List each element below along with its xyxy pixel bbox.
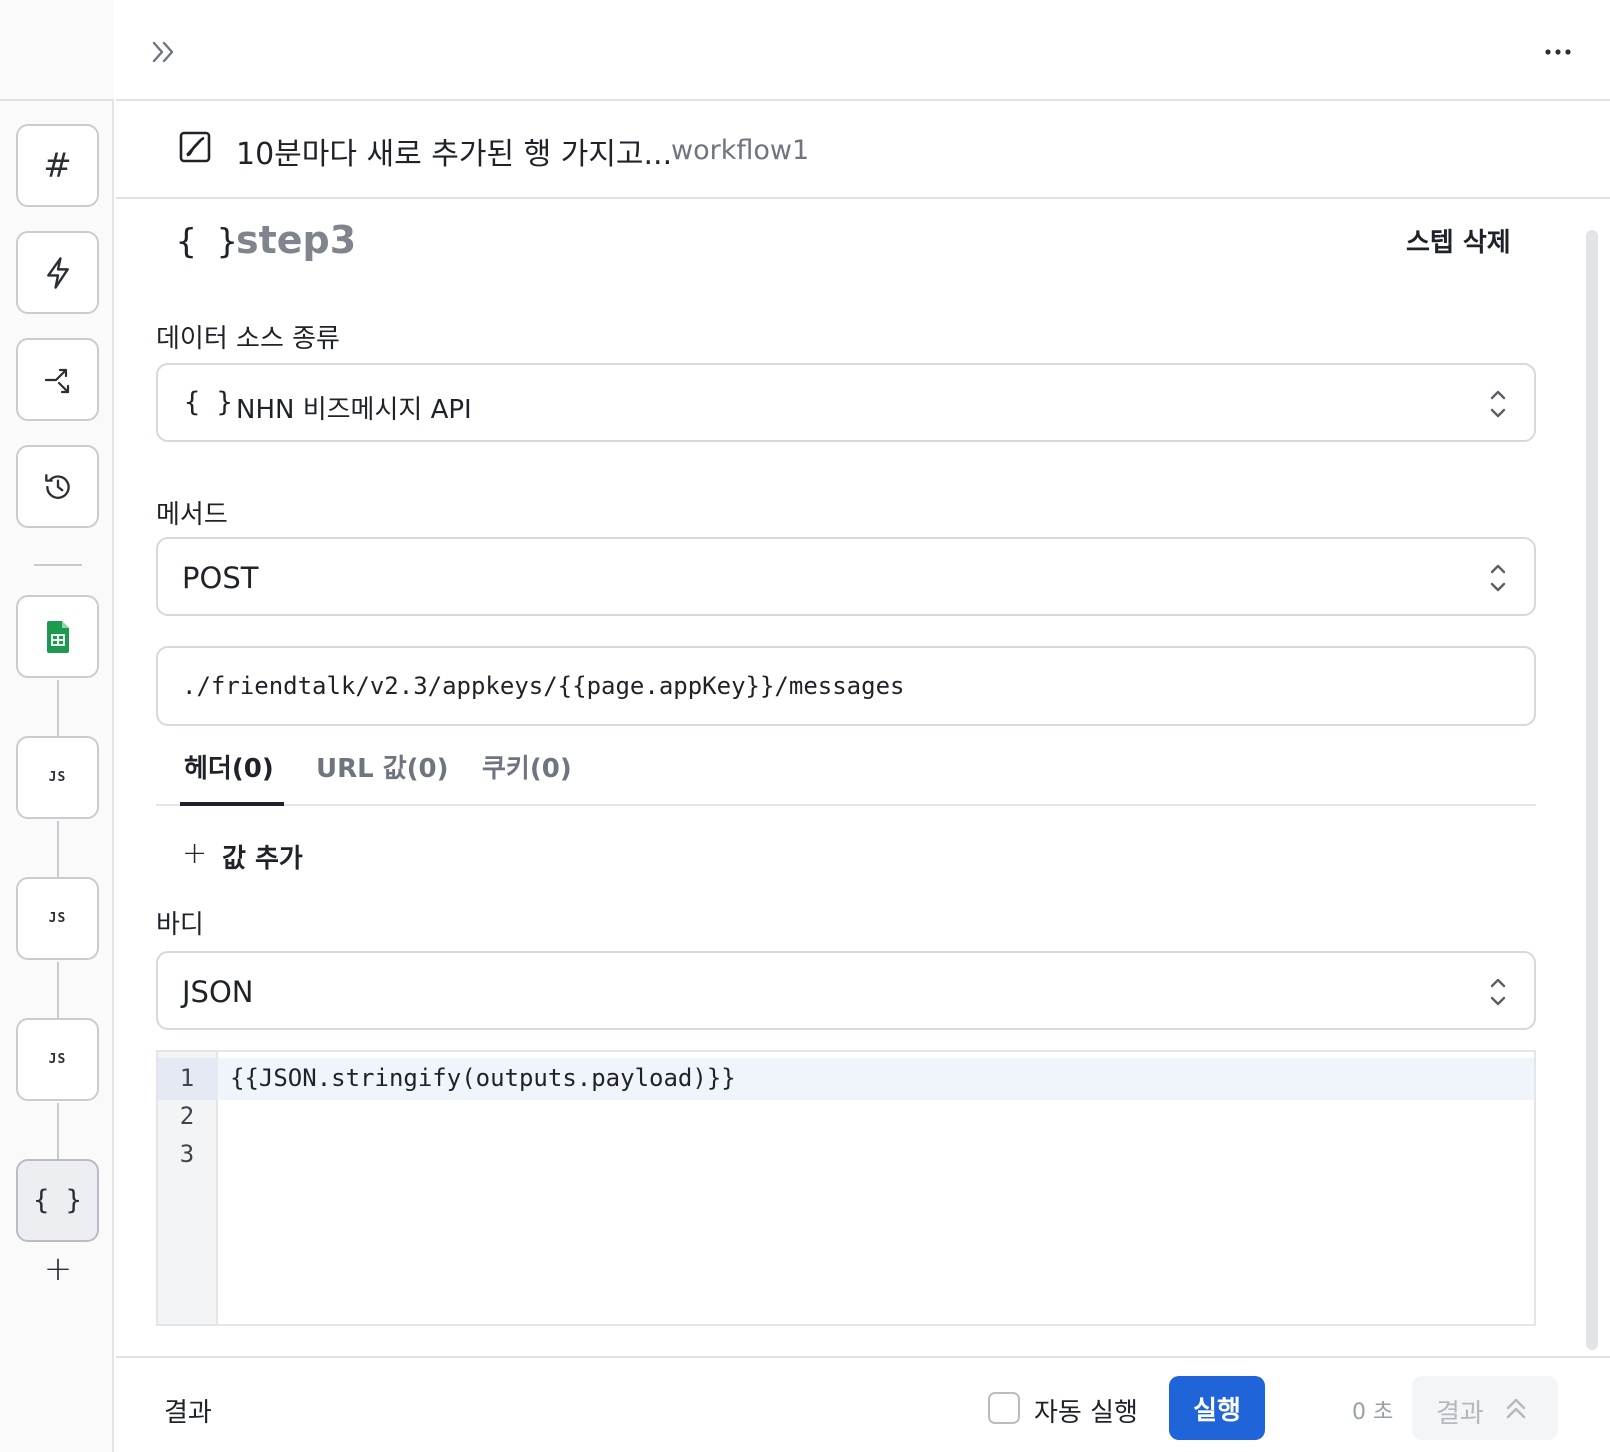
data-source-value: NHN 비즈메시지 API <box>236 395 472 425</box>
result-toggle-button[interactable]: 결과 <box>1412 1376 1558 1440</box>
result-footer: 결과 자동 실행 실행 0 초 결과 <box>116 1356 1610 1452</box>
data-source-label: 데이터 소스 종류 <box>156 324 340 354</box>
body-label: 바디 <box>156 910 204 940</box>
method-label: 메서드 <box>156 500 228 530</box>
rail-connector <box>57 962 59 1018</box>
add-step-button[interactable]: + <box>40 1252 76 1288</box>
data-source-select[interactable]: { } NHN 비즈메시지 API <box>156 363 1536 442</box>
rail-button-trigger[interactable] <box>16 231 99 314</box>
add-value-button[interactable]: 값 추가 <box>222 838 303 875</box>
auto-run-label[interactable]: 자동 실행 <box>1034 1392 1138 1429</box>
rail-button-history[interactable] <box>16 445 99 528</box>
history-icon <box>44 473 70 499</box>
result-toggle-label: 결과 <box>1436 1399 1484 1429</box>
body-type-select[interactable]: JSON <box>156 951 1536 1030</box>
js-step-icon: JS <box>48 770 67 785</box>
chevron-up-down-icon <box>1490 978 1506 1006</box>
double-chevron-right-icon[interactable] <box>148 36 180 68</box>
rail-divider <box>34 564 82 566</box>
url-value: ./friendtalk/v2.3/appkeys/{{page.appKey}… <box>182 672 905 700</box>
result-label: 결과 <box>164 1398 212 1428</box>
chevron-up-down-icon <box>1490 390 1506 418</box>
rail-connector <box>57 821 59 877</box>
editor-gutter: 1 2 3 <box>158 1052 218 1324</box>
auto-run-checkbox[interactable] <box>988 1392 1020 1424</box>
js-step-icon: JS <box>48 1052 67 1067</box>
rail-step-js-2[interactable]: JS <box>16 877 99 960</box>
double-chevron-up-icon <box>1506 1398 1526 1419</box>
rail-step-js-3[interactable]: JS <box>16 1018 99 1101</box>
main-panel: 10분마다 새로 추가된 행 가지고... workflow1 { } step… <box>116 0 1610 1452</box>
braces-icon: { } <box>184 387 233 418</box>
line-number: 3 <box>179 1140 195 1168</box>
top-bar <box>116 0 1610 101</box>
tab-cookies[interactable]: 쿠키(0) <box>482 748 572 785</box>
lightning-icon <box>46 256 69 289</box>
left-rail: # JS JS JS { } + <box>0 0 114 1452</box>
line-number: 2 <box>179 1102 195 1130</box>
rail-button-hash[interactable]: # <box>16 124 99 207</box>
braces-icon: { } <box>176 222 238 262</box>
request-tabs: 헤더(0) URL 값(0) 쿠키(0) <box>156 740 1536 806</box>
rail-button-branch[interactable] <box>16 338 99 421</box>
body-code-editor[interactable]: 1 2 3 {{JSON.stringify(outputs.payload)}… <box>156 1050 1536 1326</box>
chevron-up-down-icon <box>1490 564 1506 592</box>
active-tab-indicator <box>180 802 284 806</box>
url-input[interactable]: ./friendtalk/v2.3/appkeys/{{page.appKey}… <box>156 646 1536 726</box>
code-line[interactable]: {{JSON.stringify(outputs.payload)}} <box>230 1064 736 1092</box>
run-button[interactable]: 실행 <box>1169 1376 1265 1440</box>
workflow-title[interactable]: 10분마다 새로 추가된 행 가지고... <box>236 129 672 173</box>
rail-step-google-sheets[interactable] <box>16 595 99 678</box>
hash-icon: # <box>43 145 72 186</box>
rail-header <box>0 0 114 101</box>
run-button-label: 실행 <box>1193 1395 1241 1426</box>
method-value: POST <box>182 561 259 595</box>
line-number: 1 <box>179 1064 195 1092</box>
rail-connector <box>57 680 59 736</box>
js-step-icon: JS <box>48 911 67 926</box>
google-sheets-icon <box>46 620 69 653</box>
braces-icon: { } <box>33 1185 82 1216</box>
workflow-header: 10분마다 새로 추가된 행 가지고... workflow1 <box>116 101 1610 199</box>
plus-icon: + <box>182 836 208 871</box>
rail-step-js-1[interactable]: JS <box>16 736 99 819</box>
rail-step-braces-active[interactable]: { } <box>16 1159 99 1242</box>
elapsed-time: 0 초 <box>1352 1400 1394 1425</box>
tab-url-params[interactable]: URL 값(0) <box>316 748 449 785</box>
workflow-name: workflow1 <box>671 135 810 166</box>
body-type-value: JSON <box>182 975 254 1009</box>
step-name[interactable]: step3 <box>236 218 356 262</box>
workflow-edit-icon <box>179 131 211 163</box>
ellipsis-icon[interactable] <box>1536 36 1580 68</box>
method-select[interactable]: POST <box>156 537 1536 616</box>
scrollbar[interactable] <box>1586 230 1598 1350</box>
delete-step-button[interactable]: 스텝 삭제 <box>1406 222 1511 259</box>
rail-connector <box>57 1103 59 1159</box>
tab-headers[interactable]: 헤더(0) <box>184 748 274 785</box>
branch-arrow-icon <box>44 368 69 393</box>
